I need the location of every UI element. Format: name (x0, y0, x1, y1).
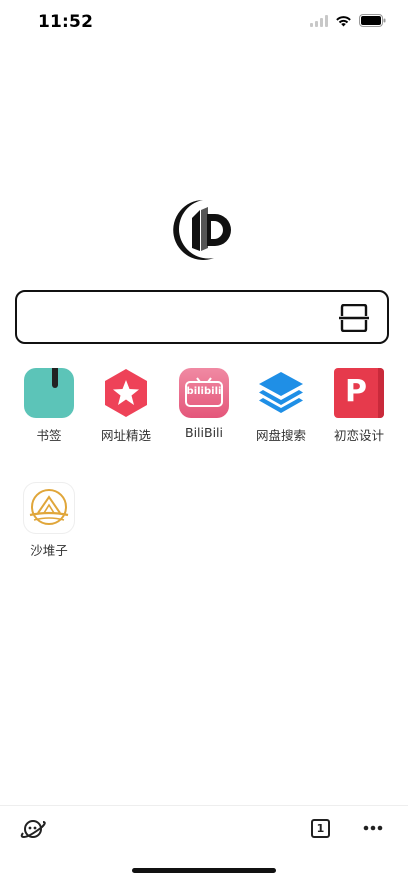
status-icons (310, 14, 386, 27)
shortcut-chulian-design[interactable]: P 初恋设计 (324, 368, 394, 444)
p-icon: P (334, 368, 384, 418)
bilibili-badge-text: bilibili (186, 386, 222, 397)
tabs-button[interactable]: 1 (311, 819, 330, 838)
layers-icon (256, 368, 306, 418)
planet-icon[interactable] (20, 818, 46, 840)
signal-icon (310, 14, 328, 27)
shortcut-label: 网址精选 (100, 428, 151, 443)
status-time: 11:52 (38, 12, 94, 32)
p-badge-text: P (345, 374, 367, 409)
scan-icon[interactable] (339, 304, 369, 332)
home-indicator (132, 868, 276, 873)
shortcut-label: 初恋设计 (333, 428, 384, 443)
bilibili-icon: bilibili (179, 368, 229, 418)
shortcut-url-picks[interactable]: 网址精选 (91, 368, 161, 444)
shortcut-label: BiliBili (185, 425, 223, 440)
sand-icon (24, 483, 74, 533)
shortcut-shaduizi[interactable]: 沙堆子 (14, 483, 84, 559)
shortcut-cloud-search[interactable]: 网盘搜索 (246, 368, 316, 444)
shortcut-label: 沙堆子 (30, 543, 68, 558)
shortcut-label: 书签 (36, 428, 62, 443)
shortcut-label: 网盘搜索 (255, 428, 306, 443)
shortcut-bilibili[interactable]: bilibili BiliBili (169, 368, 239, 440)
status-bar: 11:52 (0, 0, 408, 44)
shortcut-bookmarks[interactable]: 书签 (14, 368, 84, 444)
bottom-toolbar: 1 (0, 805, 408, 856)
tab-count: 1 (316, 822, 325, 835)
star-icon (101, 368, 151, 418)
battery-icon (359, 14, 386, 27)
app-logo (173, 200, 231, 260)
bookmark-icon (24, 368, 74, 418)
search-input[interactable] (15, 290, 389, 344)
more-icon[interactable] (363, 825, 383, 831)
wifi-icon (336, 15, 351, 26)
